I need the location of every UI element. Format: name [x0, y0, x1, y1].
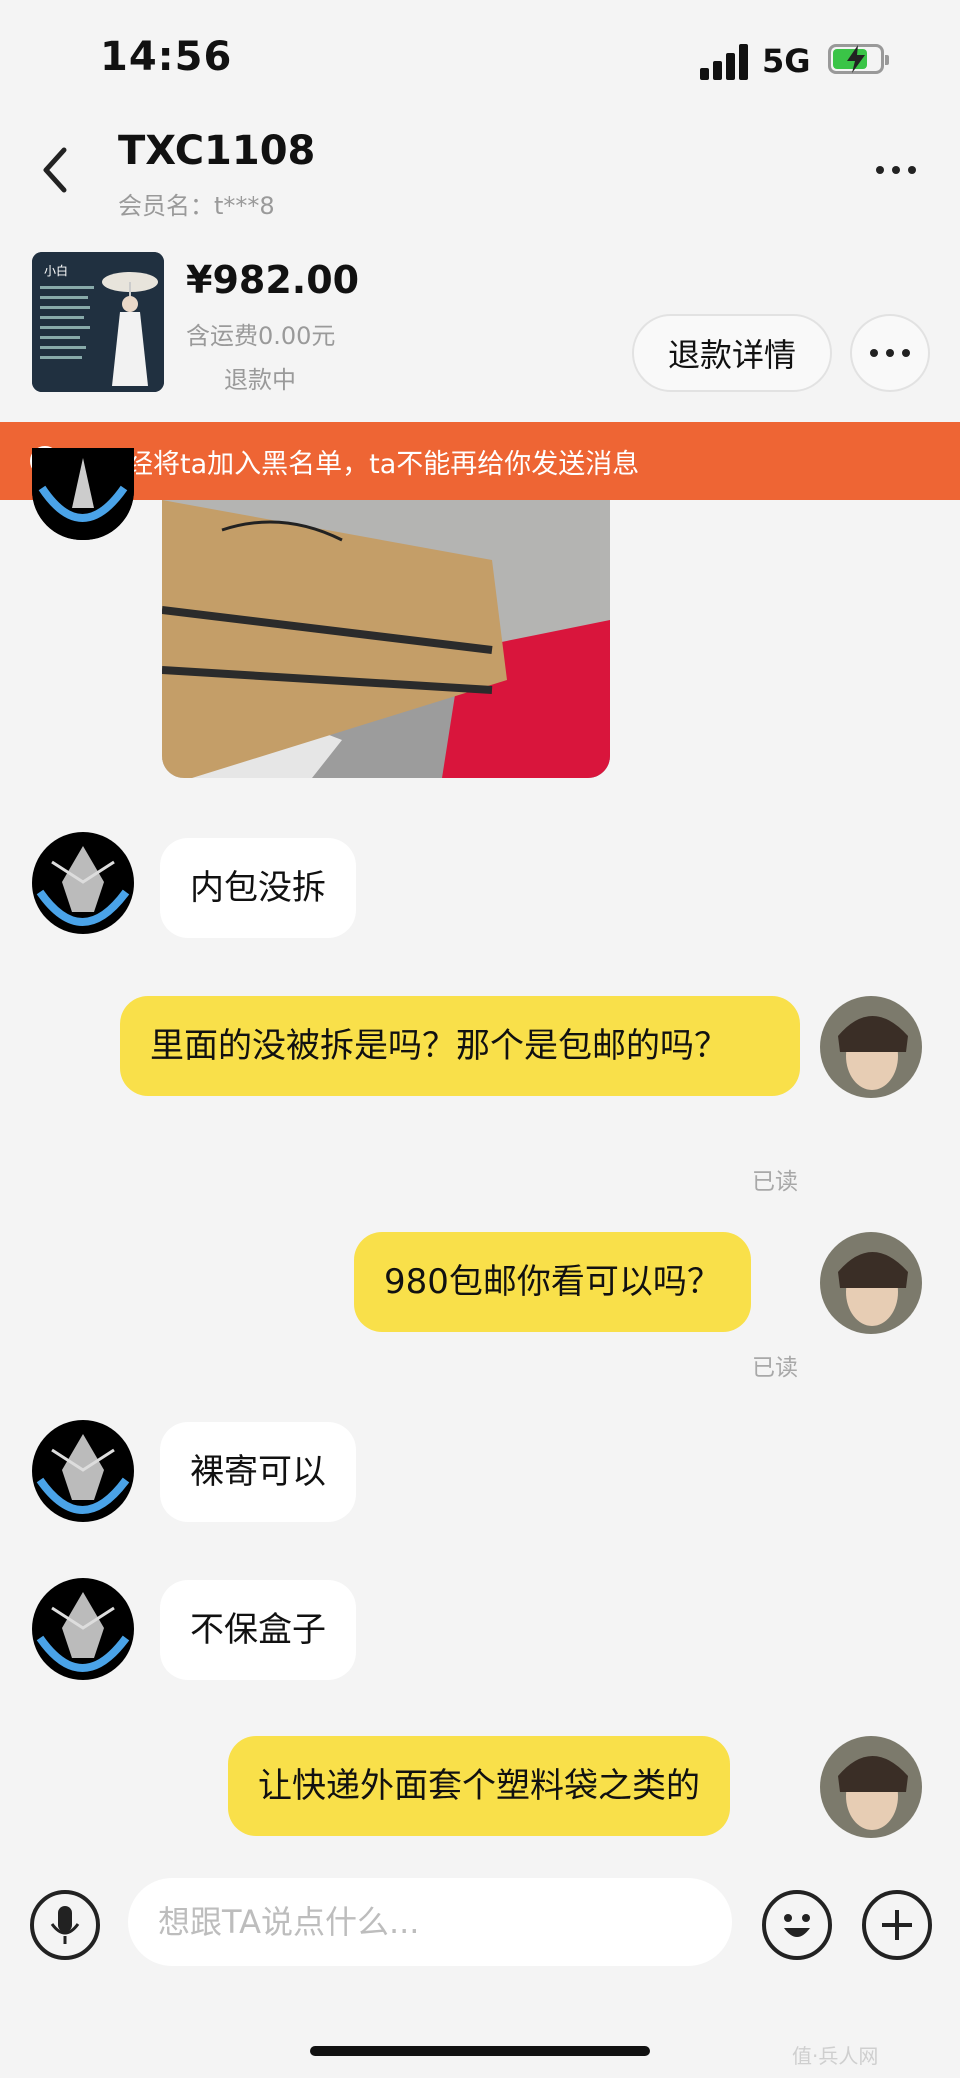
shipping-fee: 含运费0.00元: [186, 322, 336, 350]
user-avatar[interactable]: [820, 996, 922, 1098]
message-bubble: 不保盒子: [160, 1580, 356, 1680]
message-bubble: 里面的没被拆是吗？那个是包邮的吗？: [120, 996, 800, 1096]
thumbnail-text: 小白: [44, 264, 69, 278]
battery-icon: [828, 44, 889, 74]
user-avatar[interactable]: [820, 1232, 922, 1334]
seller-avatar[interactable]: [32, 832, 134, 934]
member-name: 会员名：t***8: [118, 192, 275, 220]
message-input[interactable]: [128, 1878, 732, 1966]
refund-details-button[interactable]: 退款详情: [632, 314, 832, 392]
chat-title: TXC1108: [118, 128, 316, 174]
seller-avatar[interactable]: [32, 1420, 134, 1522]
more-icon[interactable]: [866, 150, 926, 190]
home-indicator: [310, 2046, 650, 2056]
image-message[interactable]: [162, 500, 610, 778]
emoji-icon[interactable]: [762, 1890, 832, 1960]
message-bubble: 让快递外面套个塑料袋之类的: [228, 1736, 730, 1836]
read-status: 已读: [752, 1169, 798, 1195]
product-thumbnail[interactable]: 小白: [32, 252, 164, 392]
card-more-button[interactable]: [850, 314, 930, 392]
message-bubble: 内包没拆: [160, 838, 356, 938]
notice-text: 你已经将ta加入黑名单，ta不能再给你发送消息: [72, 448, 640, 480]
refund-status: 退款中: [224, 366, 296, 394]
signal-icon: [700, 44, 752, 80]
status-time: 14:56: [100, 34, 233, 80]
network-type: 5G: [762, 42, 811, 80]
plus-icon[interactable]: [862, 1890, 932, 1960]
read-status: 已读: [752, 1355, 798, 1381]
message-bubble: 裸寄可以: [160, 1422, 356, 1522]
user-avatar[interactable]: [820, 1736, 922, 1838]
watermark: 值·兵人网: [792, 2044, 879, 2068]
blacklist-notice: ! 你已经将ta加入黑名单，ta不能再给你发送消息: [0, 422, 960, 500]
seller-avatar[interactable]: [32, 448, 134, 540]
mic-icon[interactable]: [30, 1890, 100, 1960]
message-bubble: 980包邮你看可以吗？: [354, 1232, 751, 1332]
back-arrow-icon[interactable]: [36, 142, 76, 198]
product-price: ¥982.00: [186, 258, 360, 302]
seller-avatar[interactable]: [32, 1578, 134, 1680]
